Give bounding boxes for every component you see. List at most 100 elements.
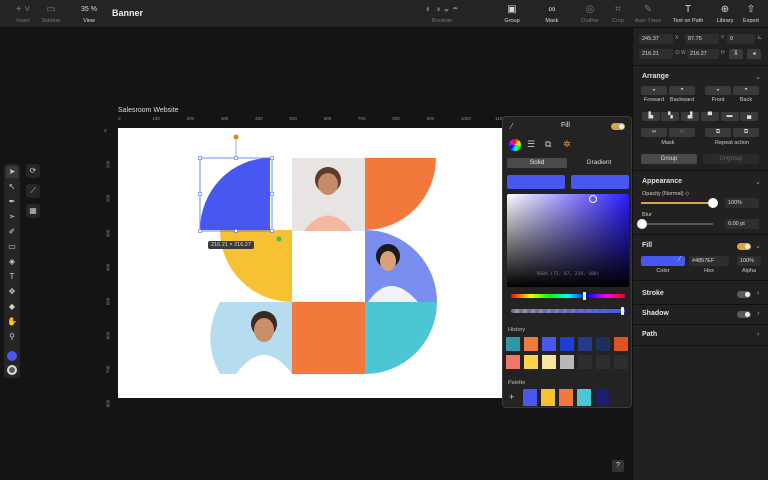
tab-gradient[interactable]: Gradient (569, 158, 629, 168)
alpha-slider[interactable] (511, 307, 625, 315)
palette-swatch[interactable] (595, 389, 609, 406)
align-bottom-icon[interactable]: ▄ (740, 112, 759, 121)
back-icon[interactable]: ◓ (733, 86, 759, 95)
chevron-right-icon[interactable]: › (757, 310, 759, 317)
backward-label[interactable]: Backward (667, 97, 697, 103)
auto-trace-button[interactable]: ✎ Auto Trace (632, 4, 664, 24)
sliders-icon[interactable]: ☰ (527, 139, 535, 150)
opacity-field[interactable]: 100% (725, 198, 759, 208)
history-swatch[interactable] (542, 337, 556, 351)
hex-field[interactable]: #4857EF (689, 256, 729, 266)
crayons-icon[interactable]: ✲ (563, 139, 571, 150)
blur-slider[interactable] (637, 219, 713, 229)
move-tool-icon[interactable]: ✥ (6, 286, 18, 298)
group-button[interactable]: ▣ Group (500, 4, 524, 24)
direct-select-tool-icon[interactable]: ↖ (6, 181, 18, 193)
ungroup-button[interactable]: Ungroup (703, 154, 759, 164)
fill-color-swatch[interactable] (7, 351, 17, 361)
previous-color-swatch[interactable] (571, 175, 629, 189)
view-zoom-control[interactable]: 35 % View (72, 4, 106, 24)
group-button-panel[interactable]: Group (641, 154, 697, 164)
text-on-path-button[interactable]: T Text on Path (668, 4, 708, 24)
cyan-quarter-shape[interactable] (365, 302, 437, 374)
h-field[interactable]: 216.27 (687, 49, 719, 59)
palette-swatch[interactable] (577, 389, 591, 406)
align-center-icon[interactable]: ▚ (661, 112, 680, 121)
eyedropper-icon[interactable]: ⁄ (511, 122, 512, 131)
eraser-tool-icon[interactable]: ◆ (6, 301, 18, 313)
brush-tool-icon[interactable]: ✐ (6, 226, 18, 238)
export-button[interactable]: ⇧ Export (740, 4, 762, 24)
history-swatch[interactable] (524, 355, 538, 369)
fill-toggle[interactable] (611, 123, 625, 130)
history-swatch[interactable] (578, 337, 592, 351)
shadow-toggle[interactable] (737, 311, 751, 318)
mask-label[interactable]: Mask (641, 140, 695, 146)
fill-section-toggle[interactable] (737, 243, 751, 250)
chevron-right-icon[interactable]: › (757, 331, 759, 338)
hand-tool-icon[interactable]: ✋ (6, 316, 18, 328)
history-swatch[interactable] (578, 355, 592, 369)
w-field[interactable]: 216.21 (639, 49, 673, 59)
help-button[interactable]: ? (612, 460, 624, 472)
flip-vertical-icon[interactable]: ◂ (747, 49, 761, 59)
opacity-slider[interactable] (641, 198, 718, 208)
align-top-icon[interactable]: ▀ (700, 112, 719, 121)
history-swatch[interactable] (506, 355, 520, 369)
artboard[interactable] (118, 128, 502, 398)
history-swatch[interactable] (596, 355, 610, 369)
y-field[interactable]: 87.75 (685, 34, 719, 44)
align-left-icon[interactable]: ▙ (641, 112, 660, 121)
document-title[interactable]: Banner (112, 8, 143, 18)
zoom-tool-icon[interactable]: ⚲ (6, 331, 18, 343)
blue-quarter-shape[interactable] (200, 158, 270, 230)
backward-icon[interactable]: ◓ (669, 86, 695, 95)
history-swatch[interactable] (614, 337, 628, 351)
history-swatch[interactable] (560, 355, 574, 369)
palette-swatch[interactable] (541, 389, 555, 406)
align-right-icon[interactable]: ▟ (681, 112, 700, 121)
tab-solid[interactable]: Solid (507, 158, 567, 168)
flip-horizontal-icon[interactable]: ⊼ (729, 49, 743, 59)
history-swatch[interactable] (506, 337, 520, 351)
history-swatch[interactable] (542, 355, 556, 369)
blur-field[interactable]: 0.00 pt (725, 219, 759, 229)
chevron-down-icon[interactable]: ⌄ (755, 242, 761, 250)
insert-button[interactable]: + ˅ Insert (12, 4, 34, 24)
add-palette-color-button[interactable]: + (509, 392, 514, 402)
forward-icon[interactable]: ◒ (641, 86, 667, 95)
pen-tool-icon[interactable]: ✒ (6, 196, 18, 208)
repeat-action-label[interactable]: Repeat action (705, 140, 759, 146)
history-swatch[interactable] (596, 337, 610, 351)
stroke-toggle[interactable] (737, 291, 751, 298)
hue-slider[interactable] (511, 292, 625, 300)
boolean-button[interactable]: ◐ ◑ ◒ ◓ Boolean (412, 4, 472, 24)
vector-tool-icon[interactable]: ➣ (6, 211, 18, 223)
orange-square-shape[interactable] (292, 302, 365, 374)
align-buttons-row[interactable]: ▙ ▚ ▟ ▀ ▬ ▄ (641, 112, 759, 121)
x-field[interactable]: 245.37 (639, 34, 673, 44)
current-color-swatch[interactable] (507, 175, 565, 189)
back-label[interactable]: Back (731, 97, 761, 103)
front-label[interactable]: Front (703, 97, 733, 103)
mask-icon-button[interactable]: ∞ (641, 128, 667, 137)
history-swatch[interactable] (524, 337, 538, 351)
history-swatch[interactable] (614, 355, 628, 369)
image-tool-icon[interactable]: ▦ (26, 204, 40, 218)
alpha-field[interactable]: 100% (737, 256, 761, 266)
history-swatch[interactable] (560, 337, 574, 351)
artboard-label[interactable]: Salesroom Website (118, 107, 179, 114)
lock-icon[interactable]: ⊙ (675, 49, 680, 56)
align-middle-icon[interactable]: ▬ (720, 112, 739, 121)
rotate-handle[interactable] (233, 134, 239, 140)
palette-swatch[interactable] (559, 389, 573, 406)
rectangle-tool-icon[interactable]: ▭ (6, 241, 18, 253)
front-icon[interactable]: ◒ (705, 86, 731, 95)
forward-label[interactable]: Forward (639, 97, 669, 103)
palette-icon[interactable]: ⧉ (545, 139, 551, 150)
mask-button[interactable]: ∞ Mask (540, 4, 564, 24)
stroke-color-swatch[interactable] (7, 365, 17, 375)
rotation-field[interactable]: 0 (727, 34, 755, 44)
picker-handle[interactable] (589, 195, 597, 203)
orange-half-shape[interactable] (365, 158, 436, 230)
